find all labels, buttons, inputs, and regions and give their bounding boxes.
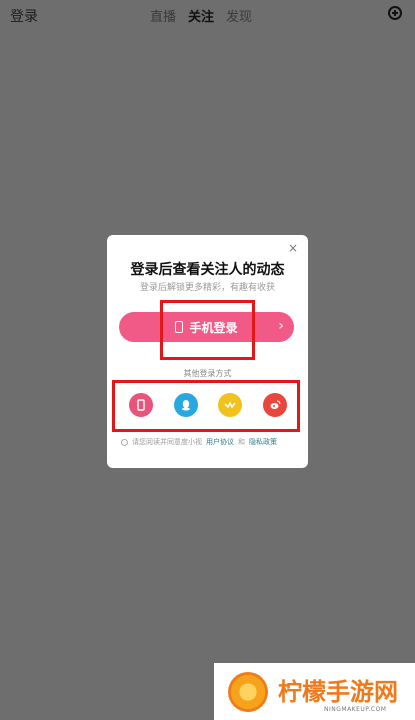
qq-login-icon[interactable] — [173, 393, 198, 417]
top-bar: 登录 直播 关注 发现 — [0, 0, 415, 32]
weibo-login-icon[interactable] — [262, 393, 287, 417]
phone-icon — [175, 321, 184, 333]
privacy-policy-link[interactable]: 隐私政策 — [249, 437, 277, 447]
watermark: 柠檬手游网 NINGMAKEUP.COM — [214, 663, 415, 720]
agreement-line: 请您阅读并同意度小视 用户协议和隐私政策 — [121, 437, 277, 447]
lemon-logo-icon — [228, 671, 268, 712]
wechat-login-icon[interactable] — [218, 393, 243, 417]
tab-live[interactable]: 直播 — [150, 6, 176, 25]
other-methods-label: 其他登录方式 — [183, 369, 232, 378]
agreement-and: 和 — [238, 438, 245, 446]
phone-login-icon[interactable] — [129, 393, 153, 417]
modal-title: 登录后查看关注人的动态 — [130, 262, 285, 278]
close-icon[interactable]: × — [288, 241, 298, 255]
agreement-prefix: 请您阅读并同意度小视 — [132, 438, 202, 446]
tab-discover[interactable]: 发现 — [226, 6, 252, 25]
login-link[interactable]: 登录 — [10, 6, 38, 26]
agreement-radio[interactable] — [121, 438, 128, 446]
chevron-right-icon: › — [278, 318, 284, 334]
watermark-brand: 柠檬手游网 — [278, 677, 398, 706]
login-modal: × 登录后查看关注人的动态 登录后解锁更多精彩，有趣有收获 手机登录 › 其他登… — [107, 235, 308, 468]
phone-login-button[interactable]: 手机登录 › — [119, 312, 294, 342]
phone-login-label: 手机登录 — [189, 320, 238, 335]
watermark-url: NINGMAKEUP.COM — [324, 706, 387, 713]
top-tabs: 直播 关注 发现 — [150, 6, 252, 25]
login-methods — [129, 393, 287, 417]
modal-subtitle: 登录后解锁更多精彩，有趣有收获 — [139, 283, 275, 293]
user-agreement-link[interactable]: 用户协议 — [206, 437, 234, 447]
plus-circle-icon[interactable] — [388, 6, 402, 20]
tab-follow[interactable]: 关注 — [188, 6, 214, 25]
